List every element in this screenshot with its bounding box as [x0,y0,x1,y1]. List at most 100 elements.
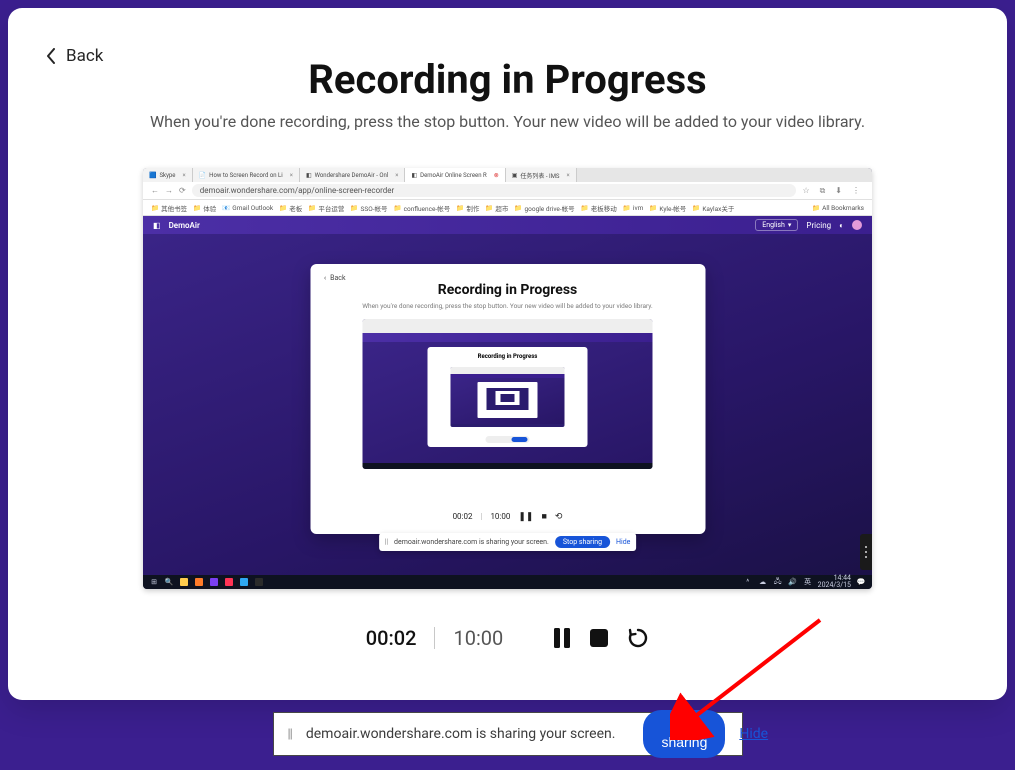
demoair-app-body: ‹ Back Recording in Progress When you're… [143,234,872,575]
screen-preview: 🟦Skype× 📄How to Screen Record on Li× ◧Wo… [143,168,872,589]
nested-back-button[interactable]: ‹ Back [324,274,346,282]
skype-icon[interactable] [239,577,249,587]
bookmark[interactable]: 📁 平台运营 [308,203,344,213]
pause-icon[interactable]: ❚❚ [518,512,533,522]
bookmark[interactable]: 📁 制作 [456,203,479,213]
elapsed-time: 00:02 [366,626,417,650]
demoair-icon: ◧ [306,172,312,179]
close-icon: ⊗ [494,172,499,179]
tray-ime-icon[interactable]: 英 [803,577,813,587]
pause-icon: || [288,727,292,742]
tray-volume-icon[interactable]: 🔊 [788,577,798,587]
restart-icon [627,627,649,649]
max-time: 10:00 [453,626,503,650]
search-icon[interactable]: 🔍 [164,577,174,587]
url-field[interactable]: demoair.wondershare.com/app/online-scree… [192,184,797,197]
browser-url-bar: ← → ⟳ demoair.wondershare.com/app/online… [143,182,872,200]
page-title: Recording in Progress [8,56,1007,103]
skype-icon: 🟦 [149,172,156,179]
tray-cloud-icon[interactable]: ☁ [758,577,768,587]
nested-hide-link[interactable]: Hide [616,538,630,546]
firefox-icon[interactable] [194,577,204,587]
bookmark[interactable]: 📁 老板 [279,203,302,213]
nested-card-lvl3: Recording in Progress [428,347,588,447]
start-icon[interactable]: ⊞ [149,577,159,587]
ims-icon: ▣ [512,172,518,179]
taskbar-clock[interactable]: 14:44 2024/3/15 [818,575,851,589]
stop-button[interactable] [589,628,609,648]
time-separator [434,627,435,649]
close-icon: × [290,172,293,179]
close-icon: × [567,172,570,179]
tray-up-icon[interactable]: ^ [743,577,753,587]
browser-tabstrip: 🟦Skype× 📄How to Screen Record on Li× ◧Wo… [143,168,872,182]
demoair-icon: ◧ [411,172,417,179]
bookmark[interactable]: 📁 老板移动 [581,203,617,213]
share-bar-text: demoair.wondershare.com is sharing your … [306,726,616,742]
nested-max: 10:00 [490,512,510,521]
bookmark[interactable]: 📁 体验 [193,203,216,213]
bookmarks-bar: 📁 其他书签 📁 体验 📧 Gmail Outlook 📁 老板 📁 平台运营 … [143,200,872,216]
nested-controls: 00:02 | 10:00 ❚❚ ■ ⟲ [310,511,705,522]
chevron-left-icon: ‹ [324,274,326,282]
nested-recorder-card: ‹ Back Recording in Progress When you're… [310,264,705,534]
bookmark[interactable]: 📁 All Bookmarks [812,204,864,212]
bookmark[interactable]: 📁 Kaylax关于 [692,203,734,213]
recorder-card: Back Recording in Progress When you're d… [8,8,1007,700]
notifications-icon[interactable]: 💬 [856,577,866,587]
side-toolbar[interactable] [860,534,872,570]
browser-tab[interactable]: ◧Wondershare DemoAir - Onl× [300,168,406,182]
tray-network-icon[interactable]: 🖧 [773,577,783,587]
browser-tab-active[interactable]: ◧DemoAir Online Screen R⊗ [405,168,505,182]
bookmark[interactable]: 📧 Gmail Outlook [222,204,273,212]
reload-icon[interactable]: ⟳ [179,186,186,195]
demoair-app-bar: ◧ DemoAir English ▾ Pricing ◐ [143,216,872,234]
page-subtitle: When you're done recording, press the st… [8,112,1007,131]
pause-icon [553,628,571,648]
restart-icon[interactable]: ⟲ [555,512,563,522]
browser-tab[interactable]: ▣任务列表 - IMS× [506,168,577,182]
nav-back-icon[interactable]: ← [151,186,159,195]
browser-tab[interactable]: 📄How to Screen Record on Li× [193,168,300,182]
file-explorer-icon[interactable] [179,577,189,587]
stop-sharing-button[interactable]: Stop sharing [643,710,725,758]
chevron-down-icon: ▾ [788,221,792,229]
bookmark[interactable]: 📁 google drive-帐号 [514,203,574,213]
nested-stop-sharing-button[interactable]: Stop sharing [555,536,610,548]
acc-icon[interactable] [224,577,234,587]
extensions-icon[interactable]: ☆ ⧉ ⬇ ⋮ [802,186,864,196]
recorder-controls: 00:02 10:00 [8,626,1007,650]
windows-taskbar: ⊞ 🔍 ^ ☁ 🖧 🔊 英 14:44 2024/3/15 💬 [143,575,872,589]
browser-tab[interactable]: 🟦Skype× [143,168,193,182]
close-icon: × [182,172,185,179]
bookmark[interactable]: 📁 超市 [485,203,508,213]
hide-link[interactable]: Hide [739,726,768,742]
close-icon: × [395,172,398,179]
nested-title: Recording in Progress [310,282,705,298]
theme-icon[interactable]: ◐ [839,221,844,230]
restart-button[interactable] [627,627,649,649]
avatar[interactable] [852,220,862,230]
pause-button[interactable] [553,628,571,648]
brand-icon: ◧ [153,221,161,230]
pricing-link[interactable]: Pricing [806,221,831,230]
stop-icon[interactable]: ■ [541,511,546,522]
stop-icon [589,628,609,648]
nested-card-lvl4 [478,382,538,418]
nested-preview: Recording in Progress [363,319,653,469]
nested-title-lvl3: Recording in Progress [428,353,588,360]
bookmark[interactable]: 📁 ivm [623,204,644,212]
nav-fwd-icon[interactable]: → [165,186,173,195]
app-icon[interactable] [254,577,264,587]
screen-share-bar: || demoair.wondershare.com is sharing yo… [273,712,743,756]
nested-subtitle: When you're done recording, press the st… [310,302,705,310]
bookmark[interactable]: 📁 SSO-帐号 [350,203,387,213]
wondershare-icon[interactable] [209,577,219,587]
nested-share-text: demoair.wondershare.com is sharing your … [394,538,549,546]
bookmark[interactable]: 📁 Kyle-帐号 [649,203,686,213]
nested-share-bar: || demoair.wondershare.com is sharing yo… [379,533,637,551]
bookmark[interactable]: 📁 confluence-帐号 [393,203,450,213]
language-selector[interactable]: English ▾ [755,219,798,231]
pause-icon: || [385,538,388,546]
bookmark[interactable]: 📁 其他书签 [151,203,187,213]
